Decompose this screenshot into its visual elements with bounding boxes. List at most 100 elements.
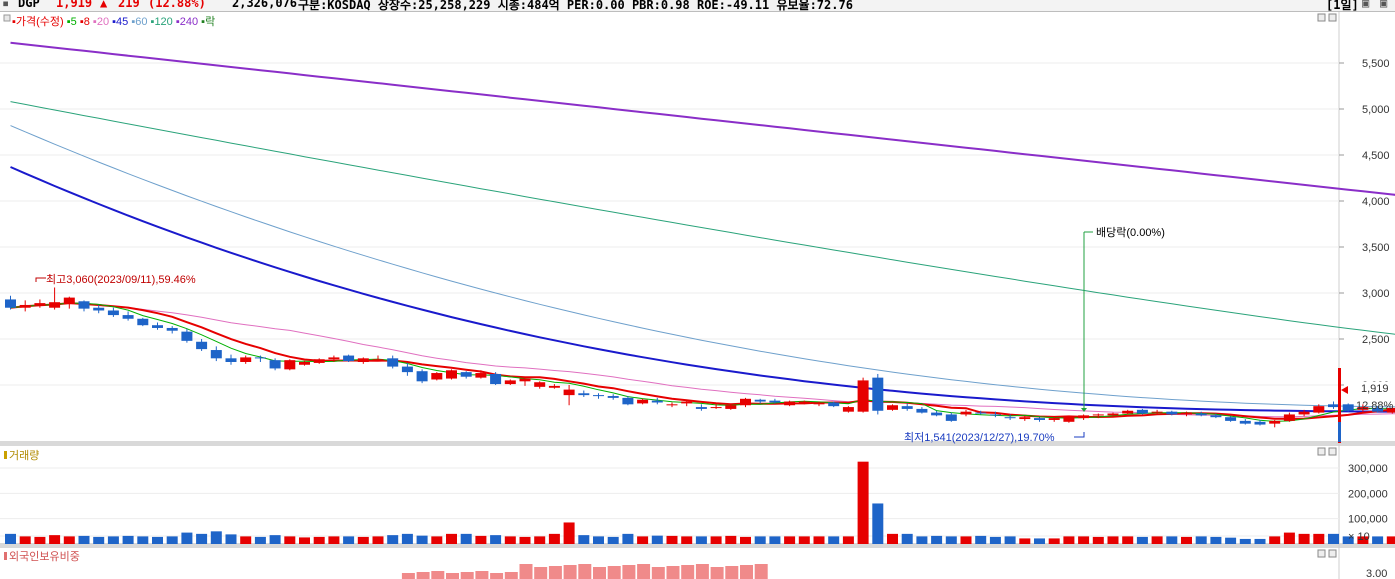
volume-bar <box>1107 536 1119 544</box>
candle <box>1048 418 1060 420</box>
volume-panel-title: 거래량 <box>4 449 39 462</box>
volume-bar <box>343 536 355 544</box>
candle <box>254 357 266 359</box>
legend-item: ▪240 <box>173 16 198 28</box>
volume-bar <box>798 536 810 544</box>
candle <box>1063 417 1075 422</box>
volume-bar <box>681 536 693 544</box>
candle <box>563 389 575 396</box>
candle <box>681 401 693 404</box>
svg-text:최저1,541(2023/12/27),19.70%: 최저1,541(2023/12/27),19.70% <box>904 431 1055 444</box>
volume-tick-label: 100,000 <box>1348 514 1388 526</box>
candle <box>725 405 737 409</box>
candle <box>299 362 310 365</box>
candle <box>49 302 61 308</box>
volume-bar <box>754 536 766 544</box>
volume-bar <box>1239 538 1251 544</box>
foreign-bar <box>519 564 533 579</box>
foreign-bar <box>666 566 680 579</box>
foreign-bar <box>651 567 665 579</box>
foreign-bar <box>416 572 430 579</box>
candle <box>240 357 252 362</box>
volume-bar <box>1092 536 1104 544</box>
candle <box>1181 412 1192 415</box>
candle <box>269 360 281 369</box>
candle <box>210 350 222 359</box>
volume-bar <box>254 536 266 544</box>
volume-bar <box>1283 532 1295 544</box>
svg-text:배당락(0.00%): 배당락(0.00%) <box>1096 226 1165 239</box>
volume-bar <box>460 533 472 544</box>
volume-bar <box>622 533 634 544</box>
candle <box>798 401 810 404</box>
volume-tick-label: 200,000 <box>1348 488 1388 500</box>
volume-bar <box>1372 536 1384 544</box>
candle <box>93 307 105 311</box>
volume-bar <box>1122 536 1134 544</box>
volume-bar <box>166 536 178 544</box>
stock-chart[interactable]: ▪가격(수정) ▪5 ▪8 ▪20 ▪45 ▪60 ▪120 ▪240 ▪락 최… <box>0 0 1395 579</box>
candle <box>931 412 943 416</box>
volume-bar <box>548 533 560 544</box>
volume-bar <box>593 536 604 544</box>
legend-item: ▪8 <box>77 16 90 28</box>
volume-bar <box>225 534 237 544</box>
volume-bar <box>534 536 546 544</box>
candle <box>196 341 208 350</box>
volume-bar <box>1063 536 1075 544</box>
volume-bar <box>813 536 825 544</box>
foreign-bar <box>446 573 459 579</box>
candle <box>1166 411 1178 415</box>
foreign-bar <box>475 571 489 579</box>
candle <box>166 327 178 331</box>
candle <box>607 396 619 398</box>
candle <box>857 380 869 412</box>
volume-bar <box>651 535 663 544</box>
candle <box>1034 418 1045 420</box>
volume-bar <box>490 535 502 544</box>
panel-icon[interactable] <box>3 14 11 22</box>
legend-item: ▪5 <box>64 16 77 28</box>
foreign-bar <box>622 565 636 579</box>
candle <box>1195 413 1207 416</box>
foreign-bar <box>504 572 518 579</box>
volume-bar <box>1166 536 1178 544</box>
candle <box>1313 406 1325 413</box>
volume-bar <box>1269 536 1281 544</box>
volume-bar <box>887 533 898 544</box>
volume-bar <box>769 536 781 544</box>
y-tick-label: 5,000 <box>1362 104 1390 116</box>
candle <box>548 385 560 388</box>
svg-text:외국인보유비중: 외국인보유비중 <box>9 550 80 563</box>
volume-bar <box>152 536 163 544</box>
panel-divider[interactable] <box>0 441 1395 446</box>
candle <box>887 405 898 410</box>
candle <box>284 360 296 370</box>
volume-bar <box>710 536 722 544</box>
candle <box>446 370 457 379</box>
volume-bar <box>1078 536 1090 544</box>
volume-bar <box>1225 537 1237 544</box>
legend-item: ▪가격(수정) <box>12 15 64 28</box>
svg-text:3.00: 3.00 <box>1366 568 1387 579</box>
candle <box>328 357 340 360</box>
candle <box>916 408 928 413</box>
candle <box>740 398 751 406</box>
foreign-bar <box>431 571 445 579</box>
candle <box>1078 415 1090 419</box>
y-tick-label: 5,500 <box>1362 58 1390 70</box>
volume-bar <box>137 536 149 544</box>
svg-text:12.88%: 12.88% <box>1356 400 1394 412</box>
foreign-bar <box>754 564 768 579</box>
volume-bar <box>1210 536 1222 544</box>
candle <box>578 393 590 396</box>
candle <box>401 366 413 373</box>
volume-tick-label: × 10 <box>1348 531 1370 543</box>
candle <box>357 358 369 362</box>
volume-bar <box>901 533 913 544</box>
candle <box>975 412 987 414</box>
candle <box>34 303 46 306</box>
y-tick-label: 4,000 <box>1362 196 1390 208</box>
candle <box>313 359 325 363</box>
candle <box>593 395 604 397</box>
